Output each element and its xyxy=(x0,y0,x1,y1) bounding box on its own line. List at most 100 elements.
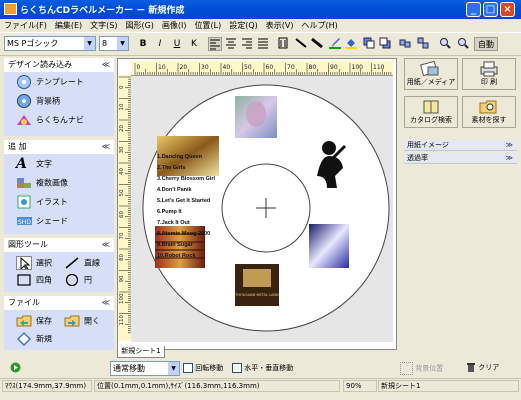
transparency-section-header[interactable]: 透過率 ≫ xyxy=(404,153,517,164)
horizontal-ruler: 0 10 20 30 40 50 60 70 80 90 100 110 xyxy=(131,61,393,76)
template-label: テンプレート xyxy=(36,77,84,87)
bg-position-label: 背景位置 xyxy=(415,364,444,373)
file-section-header[interactable]: ファイル ≪ xyxy=(4,296,114,310)
line-width-button[interactable] xyxy=(310,37,324,51)
rect-tool[interactable]: 四角 xyxy=(16,273,52,287)
catalog-search-button[interactable]: カタログ検索 xyxy=(404,96,458,128)
paper-media-button[interactable]: 用紙／メディア xyxy=(404,58,458,90)
ungroup-button[interactable] xyxy=(416,37,430,51)
save-button[interactable]: 保存 xyxy=(16,314,52,328)
paper-image-section-header[interactable]: 用紙イメージ ≫ xyxy=(404,140,517,151)
print-button[interactable]: 印 刷 xyxy=(462,58,516,90)
bg-position-button[interactable]: 背景位置 xyxy=(400,362,443,375)
multi-image-item[interactable]: 複数画像 xyxy=(16,176,68,190)
bottom-controls: 通常移動 ▼ 回転移動 水平・垂直移動 背景位置 クリア xyxy=(0,359,521,377)
object-position: 位置(0.1mm,0.1mm),ｻｲｽﾞ(116.3mm,116.3mm) xyxy=(94,380,340,392)
menu-image[interactable]: 画像(I) xyxy=(158,19,191,32)
menu-edit[interactable]: 編集(E) xyxy=(51,19,86,32)
zoom-level: 90% xyxy=(343,380,377,392)
align-justify-icon xyxy=(258,38,268,49)
collapse-icon[interactable]: ≪ xyxy=(102,140,110,154)
move-mode-select[interactable]: 通常移動 ▼ xyxy=(110,361,180,376)
hv-move-checkbox[interactable]: 水平・垂直移動 xyxy=(232,363,293,373)
expand-icon[interactable]: ≫ xyxy=(506,140,513,151)
collapse-icon[interactable]: ≪ xyxy=(102,296,110,310)
align-left-button[interactable] xyxy=(208,37,222,51)
design-section-header[interactable]: デザイン読み込み ≪ xyxy=(4,58,114,72)
menu-position[interactable]: 位置(L) xyxy=(191,19,226,32)
shape-tool-section-header[interactable]: 図形ツール ≪ xyxy=(4,238,114,252)
collapse-icon[interactable]: ≪ xyxy=(102,58,110,72)
illust-item[interactable]: イラスト xyxy=(16,195,68,209)
shade-item[interactable]: SHD シェード xyxy=(16,214,68,228)
clear-button[interactable]: クリア xyxy=(466,362,499,373)
menu-shape[interactable]: 図形(G) xyxy=(121,19,157,32)
underline-button[interactable]: U xyxy=(170,37,184,51)
chevron-down-icon: ▼ xyxy=(84,37,95,50)
menu-bar: ファイル(F) 編集(E) 文字(S) 図形(G) 画像(I) 位置(L) 設定(Q) 表示(… xyxy=(0,19,521,32)
new-button[interactable]: 新規 xyxy=(16,332,52,346)
move-mode-value: 通常移動 xyxy=(113,364,145,373)
add-section-title: 追 加 xyxy=(8,142,27,151)
text-item[interactable]: A 文字 xyxy=(16,157,52,171)
rotate-move-check[interactable] xyxy=(183,363,193,373)
line-style-button[interactable] xyxy=(294,37,308,51)
auto-zoom-button[interactable]: 自動 xyxy=(474,37,498,51)
find-material-button[interactable]: 素材を探す xyxy=(462,96,516,128)
select-tool-label: 選択 xyxy=(36,258,52,268)
open-label: 開く xyxy=(84,316,100,326)
size-select[interactable]: 8 ▼ xyxy=(99,36,129,51)
image-right[interactable] xyxy=(309,224,349,268)
menu-settings[interactable]: 設定(Q) xyxy=(225,19,262,32)
find-material-label: 素材を探す xyxy=(471,116,507,124)
clear-label: クリア xyxy=(478,363,500,372)
circle-tool[interactable]: 円 xyxy=(64,273,92,287)
menu-file[interactable]: ファイル(F) xyxy=(0,19,51,32)
open-button[interactable]: 開く xyxy=(64,314,100,328)
outline-button[interactable]: K xyxy=(187,37,201,51)
menu-view[interactable]: 表示(V) xyxy=(262,19,298,32)
template-item[interactable]: テンプレート xyxy=(16,75,84,89)
close-button[interactable]: × xyxy=(500,2,515,17)
expand-icon[interactable]: ≫ xyxy=(506,153,513,164)
fill-color-button[interactable] xyxy=(344,37,358,51)
sheet-tab[interactable]: 新規シート1 xyxy=(117,346,165,358)
background-pattern-item[interactable]: 背景柄 xyxy=(16,94,60,108)
group-button[interactable] xyxy=(398,37,412,51)
menu-help[interactable]: ヘルプ(H) xyxy=(298,19,342,32)
line-tool[interactable]: 直線 xyxy=(64,256,100,270)
illust-label: イラスト xyxy=(36,197,68,207)
sheet-tab-bar: 新規シート1 xyxy=(117,346,177,358)
align-right-button[interactable] xyxy=(240,37,254,51)
ruler-label: 20 xyxy=(119,125,125,132)
menu-text[interactable]: 文字(S) xyxy=(86,19,121,32)
zoom-out-button[interactable] xyxy=(456,37,470,51)
rakuchin-navi-item[interactable]: らくちんナビ xyxy=(16,113,84,127)
add-section-header[interactable]: 追 加 ≪ xyxy=(4,140,114,154)
font-select[interactable]: MS Pゴシック ▼ xyxy=(4,36,96,51)
rotate-move-checkbox[interactable]: 回転移動 xyxy=(183,363,223,373)
label-sheet[interactable]: THOUSAND METAL LAND 1.Dancing Queen 2.Th… xyxy=(131,76,393,342)
maximize-button[interactable]: □ xyxy=(483,2,498,17)
track-2: 2.The Girls xyxy=(157,165,185,171)
minimize-button[interactable]: _ xyxy=(466,2,481,17)
zoom-in-button[interactable] xyxy=(438,37,452,51)
italic-button[interactable]: I xyxy=(153,37,167,51)
hv-move-check[interactable] xyxy=(232,363,242,373)
align-center-button[interactable] xyxy=(224,37,238,51)
line-color-button[interactable] xyxy=(328,37,342,51)
select-tool[interactable]: 選択 xyxy=(16,256,52,270)
image-top-figure xyxy=(246,101,266,127)
title-bar[interactable]: らくちんCDラベルメーカー － 新規作成 _ □ × xyxy=(0,0,521,19)
bring-front-button[interactable] xyxy=(362,37,376,51)
status-go-icon[interactable] xyxy=(10,362,21,373)
vertical-text-button[interactable] xyxy=(276,37,290,51)
send-back-button[interactable] xyxy=(378,37,392,51)
collapse-icon[interactable]: ≪ xyxy=(102,238,110,252)
pattern-icon xyxy=(17,94,31,108)
ungroup-icon xyxy=(417,37,429,49)
bold-button[interactable]: B xyxy=(136,37,150,51)
align-justify-button[interactable] xyxy=(256,37,270,51)
cursor-icon xyxy=(16,256,32,270)
rotate-move-label: 回転移動 xyxy=(195,364,224,372)
